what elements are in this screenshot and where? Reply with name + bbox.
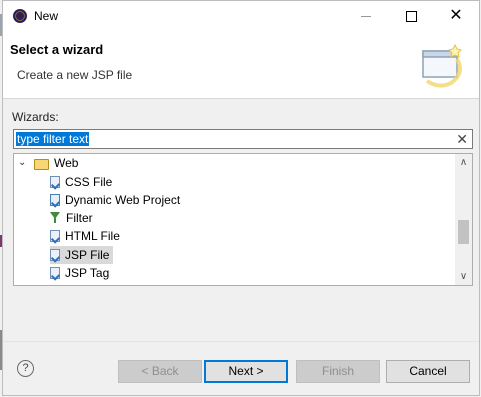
filter-input[interactable]: type filter text ✕ (13, 129, 473, 149)
tree-folder-web[interactable]: ⌄ Web (18, 154, 82, 172)
tree-item-label: Filter (66, 211, 93, 225)
tree-item[interactable]: Dynamic Web Project (50, 191, 184, 209)
close-button[interactable]: ✕ (433, 1, 479, 31)
scroll-down-arrow-icon[interactable]: ∨ (455, 268, 472, 285)
html-file-icon (50, 230, 60, 242)
tree-item[interactable]: Filter (50, 209, 97, 227)
scroll-up-arrow-icon[interactable]: ∧ (455, 154, 472, 171)
chevron-down-icon[interactable]: ⌄ (18, 154, 28, 172)
maximize-button[interactable] (388, 1, 434, 31)
tree-item[interactable]: HTML File (50, 227, 124, 245)
minimize-icon (361, 15, 371, 17)
folder-open-icon (34, 158, 49, 170)
wizards-label: Wizards: (12, 110, 59, 124)
new-wizard-banner-icon (422, 43, 462, 88)
scrollbar-thumb[interactable] (458, 220, 469, 244)
css-file-icon (50, 176, 60, 188)
next-button[interactable]: Next > (204, 360, 288, 383)
minimize-button[interactable] (343, 1, 389, 31)
tree-scrollbar[interactable]: ∧ ∨ (455, 154, 472, 285)
tree-item-label: JSP Tag (65, 266, 110, 280)
tree-item[interactable]: CSS File (50, 173, 116, 191)
jsp-tag-icon (50, 267, 60, 279)
page-title: Select a wizard (10, 42, 104, 57)
tree-folder-label: Web (54, 156, 79, 170)
jsp-file-icon (50, 249, 60, 261)
tree-item-label: JSP File (65, 248, 110, 262)
close-icon: ✕ (449, 7, 463, 24)
tree-item-label: HTML File (65, 229, 120, 243)
wizard-header: Select a wizard Create a new JSP file (3, 31, 479, 99)
tree-item-label: CSS File (65, 175, 113, 189)
eclipse-app-icon (13, 9, 27, 23)
back-button[interactable]: < Back (118, 360, 202, 383)
window-title: New (34, 9, 59, 23)
filter-input-text: type filter text (16, 132, 90, 146)
page-description: Create a new JSP file (17, 68, 133, 82)
help-button[interactable]: ? (17, 360, 34, 377)
wizard-tree[interactable]: ⌄ Web CSS File Dynamic Web Project Filte… (13, 153, 473, 286)
tree-item-selected[interactable]: JSP File (50, 246, 114, 264)
maximize-icon (405, 10, 417, 22)
cancel-button[interactable]: Cancel (386, 360, 470, 383)
filter-icon (50, 212, 61, 224)
footer-divider (3, 341, 479, 342)
new-wizard-dialog: New ✕ Select a wizard Create a new JSP f… (2, 0, 480, 396)
tree-item-label: Dynamic Web Project (65, 193, 181, 207)
web-project-icon (50, 194, 60, 206)
clear-filter-icon[interactable]: ✕ (456, 130, 468, 148)
title-bar: New ✕ (3, 1, 479, 31)
finish-button[interactable]: Finish (296, 360, 380, 383)
tree-item[interactable]: JSP Tag (50, 264, 113, 282)
